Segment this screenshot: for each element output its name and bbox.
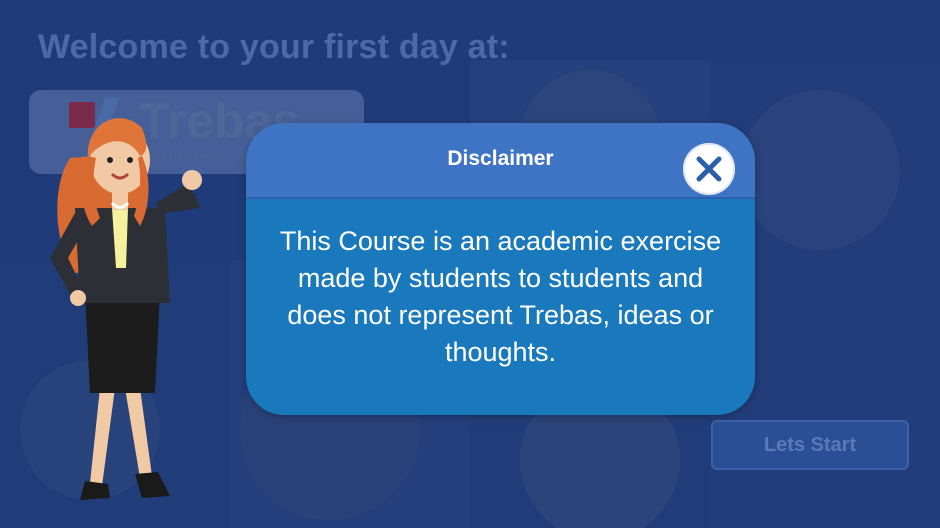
scene: Welcome to your first day at: Trebas Ins…	[0, 0, 940, 528]
modal-title: Disclaimer	[447, 147, 554, 170]
welcome-heading: Welcome to your first day at:	[38, 28, 510, 66]
close-button[interactable]	[683, 143, 735, 195]
lets-start-button[interactable]: Lets Start	[711, 420, 909, 470]
disclaimer-text: This Course is an academic exercise made…	[279, 226, 722, 367]
close-icon	[696, 156, 722, 182]
modal-header: Disclaimer	[246, 123, 755, 199]
disclaimer-modal: Disclaimer This Course is an academic ex…	[246, 123, 755, 415]
presenter-character	[50, 118, 202, 500]
